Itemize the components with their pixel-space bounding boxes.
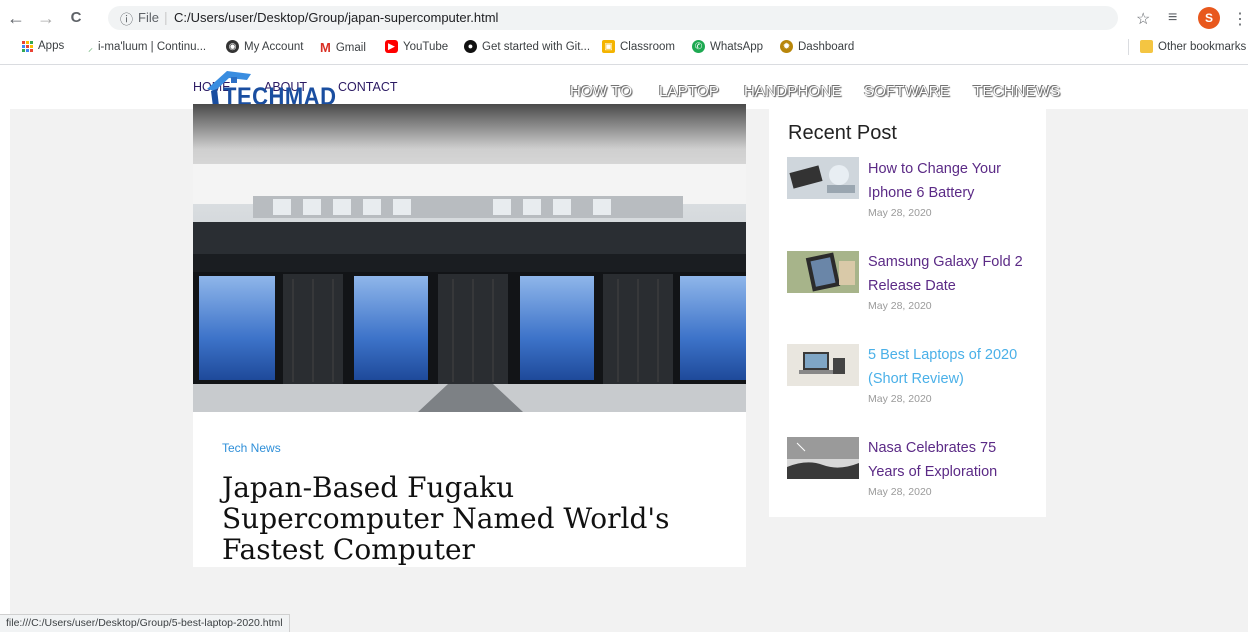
folder-icon [1140, 40, 1153, 53]
nav-software[interactable]: SOFTWARE [864, 83, 950, 100]
bookmark-label: WhatsApp [710, 40, 764, 53]
bookmark-label: YouTube [403, 40, 449, 53]
forward-button[interactable]: → [36, 8, 56, 28]
post-title[interactable]: 5 Best Laptops of 2020 (Short Review) [868, 343, 1028, 391]
bookmark-apps[interactable]: Apps [22, 40, 64, 52]
bookmark-label: Classroom [620, 40, 675, 53]
dashboard-icon: ✹ [780, 40, 793, 53]
nav-laptop[interactable]: LAPTOP [659, 83, 719, 100]
star-icon[interactable]: ☆ [1136, 9, 1150, 29]
reading-list-icon[interactable]: ≡ [1168, 9, 1177, 27]
leaf-icon: ⸝ [88, 43, 93, 54]
post-thumbnail[interactable] [787, 157, 859, 199]
classroom-icon: ▣ [602, 40, 615, 53]
post-date: May 28, 2020 [868, 300, 932, 312]
nav-technews[interactable]: TECHNEWS [973, 83, 1060, 100]
menu-icon[interactable]: ⋮ [1232, 9, 1248, 29]
github-icon: ● [464, 40, 477, 53]
post-title[interactable]: How to Change Your Iphone 6 Battery [868, 157, 1028, 205]
site-info-icon[interactable]: ⓘ [120, 9, 133, 28]
reload-button[interactable]: C [66, 8, 86, 28]
omnibox-divider: | [164, 9, 168, 25]
bookmark-dashboard[interactable]: ✹ Dashboard [780, 40, 854, 53]
post-title[interactable]: Samsung Galaxy Fold 2 Release Date [868, 250, 1028, 298]
status-bar-url: file:///C:/Users/user/Desktop/Group/5-be… [0, 614, 290, 632]
bookmark-label: i-ma'luum | Continu... [98, 41, 207, 53]
bookmark-other[interactable]: Other bookmarks [1140, 40, 1246, 53]
bookmark-label: Apps [38, 40, 65, 52]
profile-avatar[interactable]: S [1198, 7, 1220, 29]
post-thumbnail[interactable] [787, 251, 859, 293]
post-thumbnail[interactable] [787, 437, 859, 479]
bookmark-label: My Account [244, 40, 304, 53]
gmail-icon: M [320, 40, 331, 55]
bookmark-classroom[interactable]: ▣ Classroom [602, 40, 675, 53]
browser-chrome: ← → C ⓘ File | C:/Users/user/Desktop/Gro… [0, 0, 1248, 65]
whatsapp-icon: ✆ [692, 40, 705, 53]
nav-how-to[interactable]: HOW TO [570, 83, 632, 100]
globe-icon: ◉ [226, 40, 239, 53]
bookmarks-divider [1128, 39, 1129, 55]
post-date: May 28, 2020 [868, 393, 932, 405]
post-date: May 28, 2020 [868, 207, 932, 219]
bookmark-label: Other bookmarks [1158, 40, 1247, 53]
bookmark-imaluum[interactable]: ⸝ i-ma'luum | Continu... [88, 40, 206, 54]
bookmark-gmail[interactable]: M Gmail [320, 40, 366, 55]
bookmark-whatsapp[interactable]: ✆ WhatsApp [692, 40, 763, 53]
youtube-icon: ▶ [385, 40, 398, 53]
bookmark-github[interactable]: ● Get started with Git... [464, 40, 590, 53]
bookmarks-bar: Apps ⸝ i-ma'luum | Continu... ◉ My Accou… [0, 37, 1248, 59]
recent-post-heading: Recent Post [788, 122, 897, 144]
bookmark-label: Gmail [335, 41, 366, 54]
apps-grid-icon [22, 40, 33, 52]
bookmark-label: Get started with Git... [482, 40, 591, 53]
bookmark-label: Dashboard [798, 40, 855, 53]
url-text[interactable]: C:/Users/user/Desktop/Group/japan-superc… [174, 10, 498, 25]
article-title: Japan-Based Fugaku Supercomputer Named W… [222, 471, 670, 566]
post-thumbnail[interactable] [787, 344, 859, 386]
top-menu-contact[interactable]: CONTACT [338, 80, 398, 94]
post-title[interactable]: Nasa Celebrates 75 Years of Exploration [868, 436, 1028, 484]
bookmark-youtube[interactable]: ▶ YouTube [385, 40, 448, 53]
file-scheme-label: File [138, 10, 159, 25]
post-date: May 28, 2020 [868, 486, 932, 498]
back-button[interactable]: ← [6, 8, 26, 28]
nav-handphone[interactable]: HANDPHONE [744, 83, 842, 100]
bookmark-my-account[interactable]: ◉ My Account [226, 40, 303, 53]
article-category[interactable]: Tech News [222, 441, 281, 455]
hero-image [193, 104, 746, 412]
